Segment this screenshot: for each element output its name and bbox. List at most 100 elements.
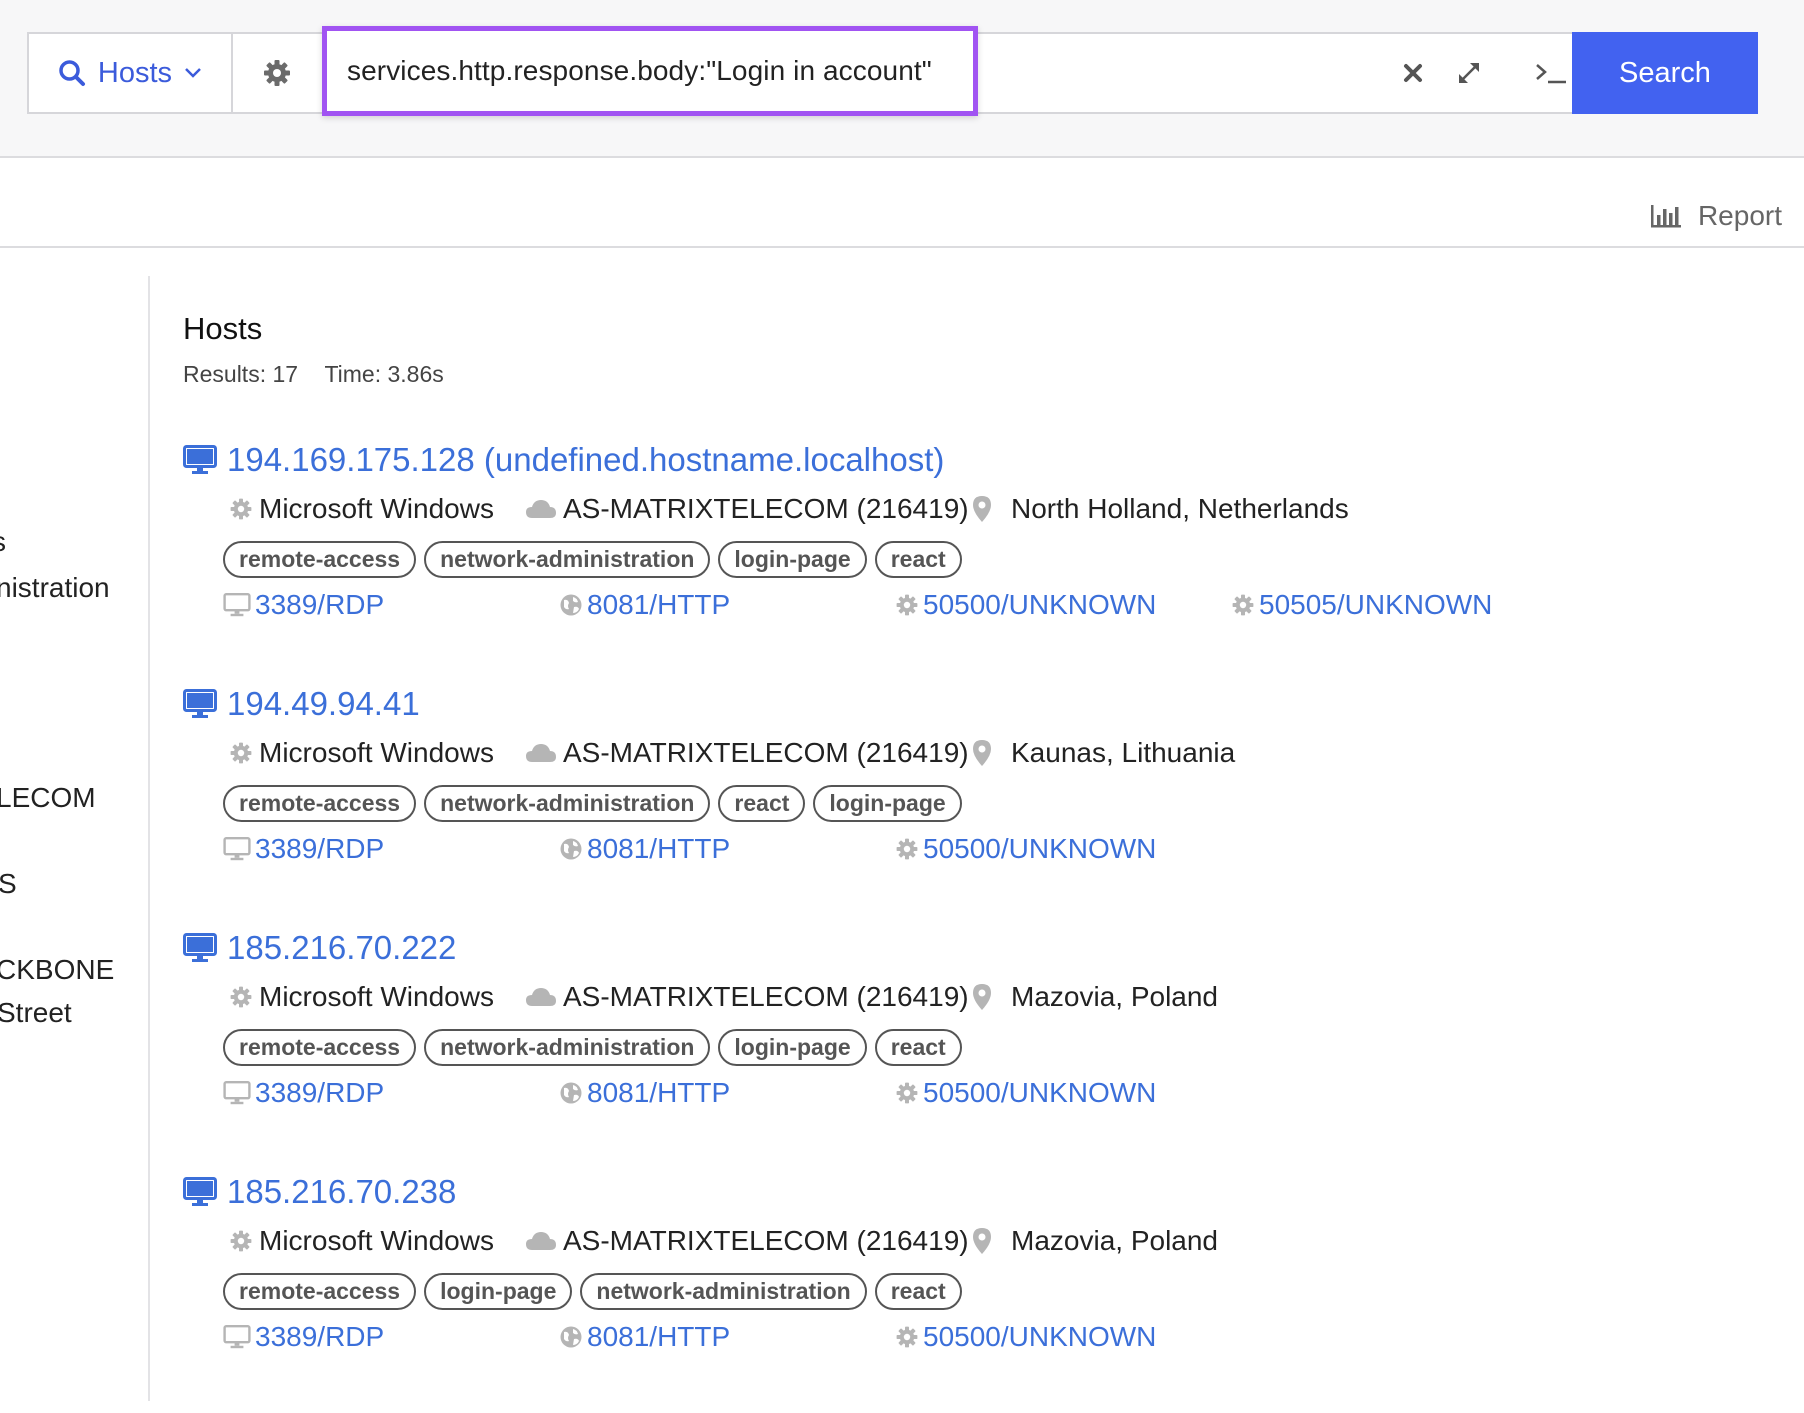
service-port-link[interactable]: 3389/RDP [223,1077,384,1109]
service-port-link[interactable]: 3389/RDP [223,589,384,621]
search-box: Hosts services.http.response.body:"Login… [27,26,1758,116]
clear-query-button[interactable] [1385,34,1441,112]
host-location-label: Kaunas, Lithuania [1011,737,1236,768]
host-title-link[interactable]: 194.169.175.128 (undefined.hostname.loca… [183,441,944,479]
host-card: 185.216.70.222 Microsoft Windows AS-MATRIX… [183,929,1723,1169]
service-port-link[interactable]: 8081/HTTP [559,589,730,621]
label-tag[interactable]: react [874,541,962,578]
service-port-label: 50500/UNKNOWN [923,1077,1157,1108]
label-tag[interactable]: login-page [718,1029,867,1066]
map-pin-icon [971,495,993,523]
host-card: 194.169.175.128 (undefined.hostname.loca… [183,441,1723,681]
host-title[interactable]: 194.169.175.128 (undefined.hostname.loca… [227,441,944,479]
host-asn-label: AS-MATRIXTELECOM (216419) [563,737,969,768]
sidebar-fragment[interactable]: Street [0,997,72,1029]
gear-icon [229,985,253,1009]
service-port-label: 3389/RDP [255,589,385,620]
label-tag[interactable]: login-page [424,1273,573,1310]
label-tag[interactable]: remote-access [223,541,417,578]
host-os: Microsoft Windows [229,493,494,525]
service-port-link[interactable]: 3389/RDP [223,833,384,865]
search-query-input[interactable] [327,31,973,111]
sidebar-fragment[interactable]: LECOM [0,782,96,814]
gear-icon [895,593,919,617]
expand-query-button[interactable] [1441,34,1497,112]
host-tags: remote-access login-page network-administr… [223,1273,962,1310]
chevron-down-icon [185,68,201,78]
map-pin-icon [971,739,993,767]
host-title-link[interactable]: 185.216.70.238 [183,1173,456,1211]
globe-icon [559,1081,583,1105]
label-tag[interactable]: react [874,1273,962,1310]
terminal-mode-button[interactable] [1523,34,1579,112]
host-title[interactable]: 185.216.70.238 [227,1173,456,1211]
map-pin-icon [971,983,993,1011]
service-port-link[interactable]: 50500/UNKNOWN [895,833,1156,865]
host-asn: AS-MATRIXTELECOM (216419) [525,1225,969,1257]
search-button[interactable]: Search [1572,32,1758,114]
map-pin-icon [971,1227,993,1255]
sidebar-fragment[interactable]: s [0,526,6,558]
search-settings-button[interactable] [233,34,321,112]
host-os: Microsoft Windows [229,981,494,1013]
label-tag[interactable]: remote-access [223,785,417,822]
label-tag[interactable]: remote-access [223,1029,417,1066]
host-location: Mazovia, Poland [971,981,1218,1013]
monitor-icon [223,1081,251,1105]
gear-icon [1231,593,1255,617]
label-tag[interactable]: react [874,1029,962,1066]
search-type-label: Hosts [97,56,173,89]
gear-icon [229,741,253,765]
service-port-link[interactable]: 50500/UNKNOWN [895,1077,1156,1109]
query-input-highlight [322,26,978,116]
host-os-label: Microsoft Windows [259,737,494,768]
service-port-link[interactable]: 3389/RDP [223,1321,384,1353]
sidebar-fragment[interactable]: CKBONE [0,954,114,986]
results-count: Results: 17 [183,361,299,387]
service-port-link[interactable]: 8081/HTTP [559,1321,730,1353]
label-tag[interactable]: network-administration [580,1273,867,1310]
label-tag[interactable]: login-page [718,541,867,578]
service-port-link[interactable]: 50500/UNKNOWN [895,589,1156,621]
sidebar-fragment[interactable]: S [0,868,17,900]
service-port-label: 8081/HTTP [587,1321,731,1352]
host-title-link[interactable]: 185.216.70.222 [183,929,456,967]
host-title[interactable]: 194.49.94.41 [227,685,420,723]
sidebar-fragment[interactable]: nistration [0,572,110,604]
host-title[interactable]: 185.216.70.222 [227,929,456,967]
search-icon [59,60,85,86]
label-tag[interactable]: login-page [813,785,962,822]
service-port-link[interactable]: 50500/UNKNOWN [895,1321,1156,1353]
monitor-icon [183,445,217,475]
cloud-icon [525,498,557,520]
label-tag[interactable]: network-administration [424,785,711,822]
search-type-dropdown[interactable]: Hosts [29,34,233,112]
results-time: Time: 3.86s [324,361,444,387]
report-button[interactable]: Report [1650,200,1782,232]
service-port-label: 8081/HTTP [587,1077,731,1108]
host-location-label: Mazovia, Poland [1011,1225,1219,1256]
report-bar: Report [0,158,1804,248]
service-port-label: 50500/UNKNOWN [923,833,1157,864]
label-tag[interactable]: network-administration [424,1029,711,1066]
service-port-link[interactable]: 8081/HTTP [559,1077,730,1109]
label-tag[interactable]: react [718,785,806,822]
search-button-label: Search [1619,56,1711,89]
host-asn: AS-MATRIXTELECOM (216419) [525,493,969,525]
service-port-label: 50500/UNKNOWN [923,589,1157,620]
host-asn-label: AS-MATRIXTELECOM (216419) [563,493,969,524]
gear-icon [895,837,919,861]
monitor-icon [223,593,251,617]
host-card: 194.49.94.41 Microsoft Windows AS-MATRIXTE… [183,685,1723,925]
terminal-icon [1536,64,1566,84]
gear-icon [229,1229,253,1253]
filter-sidebar: s nistration LECOM S CKBONE Street [0,260,148,1401]
label-tag[interactable]: network-administration [424,541,711,578]
host-asn-label: AS-MATRIXTELECOM (216419) [563,981,969,1012]
service-port-label: 8081/HTTP [587,833,731,864]
results-title: Hosts [183,311,263,346]
service-port-link[interactable]: 8081/HTTP [559,833,730,865]
label-tag[interactable]: remote-access [223,1273,417,1310]
service-port-link[interactable]: 50505/UNKNOWN [1231,589,1492,621]
host-title-link[interactable]: 194.49.94.41 [183,685,420,723]
